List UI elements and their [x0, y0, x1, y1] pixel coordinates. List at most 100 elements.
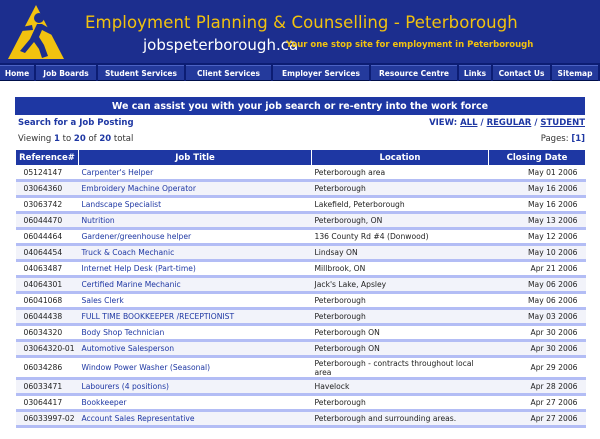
row-reference: 06034286: [15, 356, 79, 380]
row-closing-date: May 16 2006: [488, 180, 586, 198]
table-row: 04064454 Truck & Coach Mechanic Lindsay …: [15, 244, 586, 262]
row-job-title-link[interactable]: Automotive Salesperson: [78, 340, 312, 358]
header-location[interactable]: Location: [311, 149, 489, 166]
table-row: 03064417 Bookkeeper Peterborough Apr 27 …: [15, 394, 586, 412]
row-reference: 06044438: [15, 308, 79, 326]
row-location: Peterborough: [311, 308, 489, 326]
viewing-from: 1: [54, 134, 60, 144]
row-reference: 06041068: [15, 292, 79, 310]
row-job-title-link[interactable]: Sales Clerk: [78, 292, 312, 310]
row-job-title-link[interactable]: FULL TIME BOOKKEEPER /RECEPTIONIST: [78, 308, 312, 326]
header-reference[interactable]: Reference#: [15, 149, 79, 166]
header-closing-date[interactable]: Closing Date: [488, 149, 586, 166]
table-row: 06033997-02 Account Sales Representative…: [15, 410, 586, 428]
row-location: Peterborough, ON: [311, 212, 489, 230]
pages-label: Pages:: [540, 134, 569, 144]
row-reference: 06034320: [15, 324, 79, 342]
table-row: 03064320-01 Automotive Salesperson Peter…: [15, 340, 586, 358]
row-closing-date: May 13 2006: [488, 212, 586, 230]
nav-contact-us[interactable]: Contact Us: [493, 65, 550, 81]
nav-student-services[interactable]: Student Services: [98, 65, 184, 81]
header-job-title[interactable]: Job Title: [78, 149, 312, 166]
nav-job-boards[interactable]: Job Boards: [36, 65, 96, 81]
row-job-title-link[interactable]: Window Power Washer (Seasonal): [78, 356, 312, 380]
row-job-title-link[interactable]: Body Shop Technician: [78, 324, 312, 342]
site-header: Employment Planning & Counselling - Pete…: [0, 0, 600, 63]
row-location: Jack's Lake, Apsley: [311, 276, 489, 294]
row-job-title-link[interactable]: Account Sales Representative: [78, 410, 312, 428]
table-row: 04063487 Internet Help Desk (Part-time) …: [15, 260, 586, 278]
main-nav: Home Job Boards Student Services Client …: [0, 63, 600, 81]
row-location: Lindsay ON: [311, 244, 489, 262]
table-row: 03063742 Landscape Specialist Lakefield,…: [15, 196, 586, 214]
viewing-suffix: total: [113, 134, 134, 144]
table-row: 06034320 Body Shop Technician Peterborou…: [15, 324, 586, 342]
row-location: Peterborough and surrounding areas.: [311, 410, 489, 428]
view-separator: /: [534, 118, 538, 128]
table-header-row: Reference# Job Title Location Closing Da…: [15, 149, 586, 166]
row-closing-date: Apr 27 2006: [488, 410, 586, 428]
table-row: 06044464 Gardener/greenhouse helper 136 …: [15, 228, 586, 246]
table-row: 06034286 Window Power Washer (Seasonal) …: [15, 356, 586, 380]
row-job-title-link[interactable]: Landscape Specialist: [78, 196, 312, 214]
row-reference: 03064417: [15, 394, 79, 412]
row-closing-date: Apr 28 2006: [488, 378, 586, 396]
row-job-title-link[interactable]: Nutrition: [78, 212, 312, 230]
table-row: 04064301 Certified Marine Mechanic Jack'…: [15, 276, 586, 294]
person-logo-icon[interactable]: [6, 3, 66, 61]
view-label: VIEW:: [429, 118, 458, 128]
row-reference: 04064301: [15, 276, 79, 294]
nav-sitemap[interactable]: Sitemap: [552, 65, 598, 81]
nav-resource-centre[interactable]: Resource Centre: [371, 65, 457, 81]
row-location: 136 County Rd #4 (Donwood): [311, 228, 489, 246]
row-job-title-link[interactable]: Bookkeeper: [78, 394, 312, 412]
view-all-link[interactable]: ALL: [460, 118, 477, 128]
row-closing-date: May 10 2006: [488, 244, 586, 262]
row-job-title-link[interactable]: Gardener/greenhouse helper: [78, 228, 312, 246]
row-closing-date: Apr 30 2006: [488, 324, 586, 342]
row-location: Lakefield, Peterborough: [311, 196, 489, 214]
nav-client-services[interactable]: Client Services: [186, 65, 271, 81]
search-row: Search for a Job Posting VIEW: ALL / REG…: [15, 118, 585, 132]
nav-employer-services[interactable]: Employer Services: [273, 65, 369, 81]
row-closing-date: Apr 29 2006: [488, 356, 586, 380]
row-reference: 05124147: [15, 165, 79, 182]
main-content: We can assist you with your job search o…: [15, 97, 586, 428]
table-row: 06044470 Nutrition Peterborough, ON May …: [15, 212, 586, 230]
row-reference: 06033997-02: [15, 410, 79, 428]
row-closing-date: May 16 2006: [488, 196, 586, 214]
nav-links[interactable]: Links: [459, 65, 491, 81]
row-reference: 03064360: [15, 180, 79, 198]
assist-banner: We can assist you with your job search o…: [15, 97, 585, 115]
row-job-title-link[interactable]: Labourers (4 positions): [78, 378, 312, 396]
row-location: Peterborough - contracts throughout loca…: [311, 356, 489, 380]
pagination: Pages: [1]: [541, 134, 585, 144]
row-closing-date: Apr 30 2006: [488, 340, 586, 358]
view-separator: /: [480, 118, 484, 128]
row-reference: 06033471: [15, 378, 79, 396]
row-location: Havelock: [311, 378, 489, 396]
nav-home[interactable]: Home: [0, 65, 34, 81]
row-job-title-link[interactable]: Truck & Coach Mechanic: [78, 244, 312, 262]
summary-row: Viewing 1 to 20 of 20 total Pages: [1]: [15, 134, 585, 148]
row-reference: 04064454: [15, 244, 79, 262]
row-job-title-link[interactable]: Internet Help Desk (Part-time): [78, 260, 312, 278]
row-location: Peterborough ON: [311, 340, 489, 358]
viewing-prefix: Viewing: [18, 134, 52, 144]
row-closing-date: May 01 2006: [488, 165, 586, 182]
site-domain[interactable]: jobspeterborough.ca: [143, 36, 298, 54]
row-location: Peterborough: [311, 292, 489, 310]
page-current[interactable]: [1]: [571, 134, 585, 144]
search-job-posting-link[interactable]: Search for a Job Posting: [18, 118, 134, 128]
row-job-title-link[interactable]: Certified Marine Mechanic: [78, 276, 312, 294]
view-student-link[interactable]: STUDENT: [540, 118, 585, 128]
table-row: 06044438 FULL TIME BOOKKEEPER /RECEPTION…: [15, 308, 586, 326]
row-job-title-link[interactable]: Carpenter's Helper: [78, 165, 312, 182]
row-location: Peterborough ON: [311, 324, 489, 342]
row-location: Peterborough area: [311, 165, 489, 182]
row-closing-date: May 06 2006: [488, 276, 586, 294]
row-job-title-link[interactable]: Embroidery Machine Operator: [78, 180, 312, 198]
view-regular-link[interactable]: REGULAR: [487, 118, 532, 128]
viewing-to: 20: [73, 134, 86, 144]
site-tagline: Your one stop site for employment in Pet…: [286, 40, 534, 50]
